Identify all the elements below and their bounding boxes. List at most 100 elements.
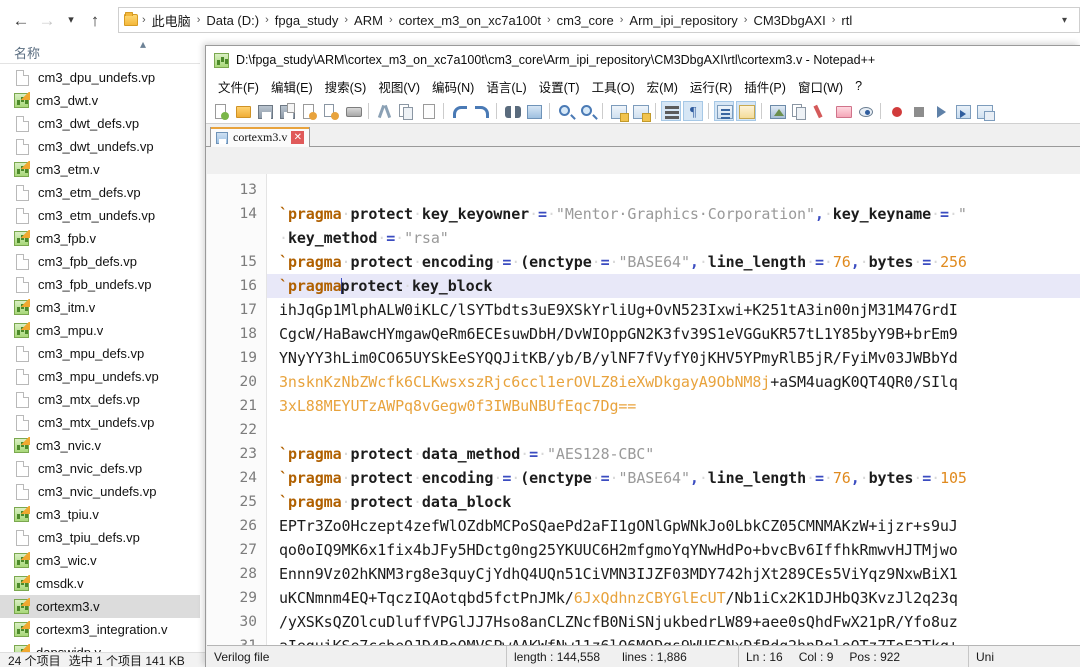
address-dropdown-icon[interactable]: ▾ <box>1052 15 1077 26</box>
breadcrumb-item-0[interactable]: 此电脑 <box>148 9 195 32</box>
new-file-icon[interactable] <box>211 101 231 121</box>
code-line[interactable] <box>267 178 1080 202</box>
code-line[interactable]: YNyYY3hLim0CO65UYSkEeSYQQJitKB/yb/B/ylNF… <box>267 346 1080 370</box>
menu-item-12[interactable]: ? <box>849 76 868 96</box>
menu-item-0[interactable]: 文件(F) <box>212 74 265 99</box>
code-line[interactable]: uKCNmnm4EQ+TqczIQAotqbd5fctPnJMk/6JxQdhn… <box>267 586 1080 610</box>
menu-item-10[interactable]: 插件(P) <box>738 74 792 99</box>
arrow-up-icon[interactable]: ↑ <box>82 5 108 35</box>
breadcrumb-item-1[interactable]: Data (D:) <box>202 11 263 30</box>
paste-icon[interactable] <box>418 101 438 121</box>
close-file-icon[interactable] <box>299 101 319 121</box>
zoom-in-icon[interactable] <box>555 101 575 121</box>
menu-item-5[interactable]: 语言(L) <box>480 74 532 99</box>
list-item[interactable]: cm3_nvic_undefs.vp <box>0 480 200 503</box>
code-line[interactable]: Ennn9Vz02hKNM3rg8e3quyCjYdhQ4UQn51CiVMN3… <box>267 562 1080 586</box>
breadcrumb-item-3[interactable]: ARM <box>350 11 387 30</box>
list-item[interactable]: cm3_mpu_undefs.vp <box>0 365 200 388</box>
list-item[interactable]: cm3_fpb_undefs.vp <box>0 273 200 296</box>
list-item[interactable]: cm3_itm.v <box>0 296 200 319</box>
zoom-out-icon[interactable] <box>577 101 597 121</box>
column-header-name[interactable]: 名称 <box>14 43 40 62</box>
sync-horizontal-icon[interactable] <box>630 101 651 122</box>
redo-icon[interactable] <box>471 101 491 121</box>
list-item[interactable]: cm3_mpu_defs.vp <box>0 342 200 365</box>
open-file-icon[interactable] <box>233 101 253 121</box>
code-line[interactable]: `pragmaprotect·key_block <box>267 274 1080 298</box>
code-content[interactable]: `pragma·protect·key_keyowner·=·"Mentor·G… <box>267 174 1080 645</box>
list-item[interactable]: cm3_tpiu.v <box>0 503 200 526</box>
code-line[interactable]: ihJqGp1MlphALW0iKLC/lSYTbdts3uE9XSkYrliU… <box>267 298 1080 322</box>
list-item[interactable]: cm3_mpu.v <box>0 319 200 342</box>
code-editor[interactable]: 1314151617181920212223242526272829303132… <box>207 174 1080 645</box>
indent-guide-icon[interactable] <box>714 100 734 121</box>
list-item[interactable]: dapswjdp.v <box>0 641 200 652</box>
list-item[interactable]: cm3_fpb_defs.vp <box>0 250 200 273</box>
save-all-icon[interactable] <box>277 101 297 121</box>
print-icon[interactable] <box>343 101 363 121</box>
menu-item-2[interactable]: 搜索(S) <box>319 74 373 99</box>
find-icon[interactable] <box>502 101 522 121</box>
breadcrumb-item-6[interactable]: Arm_ipi_repository <box>625 11 741 30</box>
list-item[interactable]: cm3_mtx_undefs.vp <box>0 411 200 434</box>
breadcrumb-item-4[interactable]: cortex_m3_on_xc7a100t <box>395 11 545 30</box>
list-item[interactable]: cm3_nvic.v <box>0 434 200 457</box>
sync-vertical-icon[interactable] <box>608 101 629 122</box>
cut-icon[interactable] <box>374 101 394 121</box>
user-defined-dialog-icon[interactable] <box>767 101 787 121</box>
list-item[interactable]: cm3_nvic_defs.vp <box>0 457 200 480</box>
breadcrumb-item-2[interactable]: fpga_study <box>271 11 343 30</box>
breadcrumb-item-7[interactable]: CM3DbgAXI <box>749 11 829 30</box>
code-line[interactable]: 3nsknKzNbZWcfk6CLKwsxszRjc6ccl1erOVLZ8ie… <box>267 370 1080 394</box>
copy-icon[interactable] <box>396 101 416 121</box>
save-icon[interactable] <box>255 101 275 121</box>
playback-icon[interactable] <box>930 101 950 121</box>
menu-item-6[interactable]: 设置(T) <box>533 74 586 99</box>
monitoring-icon[interactable] <box>855 101 875 121</box>
code-line[interactable]: EPTr3Zo0Hczept4zefWlOZdbMCPoSQaePd2aFI1g… <box>267 514 1080 538</box>
list-item[interactable]: cm3_etm_defs.vp <box>0 181 200 204</box>
save-macro-icon[interactable] <box>974 101 995 121</box>
list-item[interactable]: cm3_dwt_undefs.vp <box>0 135 200 158</box>
code-line[interactable]: `pragma·protect·encoding·=·(enctype·=·"B… <box>267 466 1080 490</box>
code-line[interactable]: 3xL88MEYUTzAWPq8vGegw0f3IWBuNBUfEqc7Dg== <box>267 394 1080 418</box>
code-line[interactable]: CgcW/HaBawcHYmgawQeRm6ECEsuwDbH/DvWIOppG… <box>267 322 1080 346</box>
menu-item-7[interactable]: 工具(O) <box>586 74 641 99</box>
code-line[interactable]: `pragma·protect·data_method·=·"AES128-CB… <box>267 442 1080 466</box>
code-line[interactable]: `pragma·protect·encoding·=·(enctype·=·"B… <box>267 250 1080 274</box>
list-item[interactable]: cm3_dwt.v <box>0 89 200 112</box>
code-line[interactable]: aIeguiKSe7ccbeOJD4BoQMVSPwAAKWfNw11z6lO6… <box>267 634 1080 645</box>
arrow-right-icon[interactable]: → <box>34 5 60 35</box>
menu-item-8[interactable]: 宏(M) <box>641 74 684 99</box>
breadcrumb-item-8[interactable]: rtl <box>837 11 856 30</box>
list-item[interactable]: cm3_dwt_defs.vp <box>0 112 200 135</box>
list-item[interactable]: cortexm3_integration.v <box>0 618 200 641</box>
list-item[interactable]: cm3_fpb.v <box>0 227 200 250</box>
show-all-chars-icon[interactable]: ¶ <box>683 100 703 121</box>
menu-item-1[interactable]: 编辑(E) <box>265 74 319 99</box>
list-item[interactable]: cm3_wic.v <box>0 549 200 572</box>
menu-item-9[interactable]: 运行(R) <box>684 74 738 99</box>
list-item[interactable]: cm3_mtx_defs.vp <box>0 388 200 411</box>
code-line[interactable]: qo0oIQ9MK6x1fix4bJFy5HDctg0ng25YKUUC6H2m… <box>267 538 1080 562</box>
code-line[interactable] <box>267 418 1080 442</box>
list-item[interactable]: cm3_etm_undefs.vp <box>0 204 200 227</box>
list-item[interactable]: cortexm3.v <box>0 595 200 618</box>
undo-icon[interactable] <box>449 101 469 121</box>
document-map-icon[interactable] <box>789 101 809 121</box>
run-multiple-icon[interactable] <box>952 101 972 121</box>
menu-item-4[interactable]: 编码(N) <box>426 74 480 99</box>
breadcrumb-item-5[interactable]: cm3_core <box>553 11 618 30</box>
tab-cortexm3-v[interactable]: cortexm3.v ✕ <box>210 127 311 147</box>
replace-icon[interactable] <box>524 101 544 121</box>
code-line[interactable]: ·key_method·=·"rsa" <box>267 226 1080 250</box>
list-item[interactable]: cm3_tpiu_defs.vp <box>0 526 200 549</box>
folder-as-workspace-icon[interactable] <box>833 101 853 121</box>
show-summary-icon[interactable] <box>736 100 756 121</box>
code-line[interactable]: `pragma·protect·data_block <box>267 490 1080 514</box>
word-wrap-icon[interactable] <box>661 100 681 121</box>
stop-record-icon[interactable] <box>908 101 928 121</box>
close-tab-icon[interactable]: ✕ <box>291 131 305 144</box>
code-line[interactable]: `pragma·protect·key_keyowner·=·"Mentor·G… <box>267 202 1080 226</box>
arrow-left-icon[interactable]: ← <box>8 5 34 35</box>
